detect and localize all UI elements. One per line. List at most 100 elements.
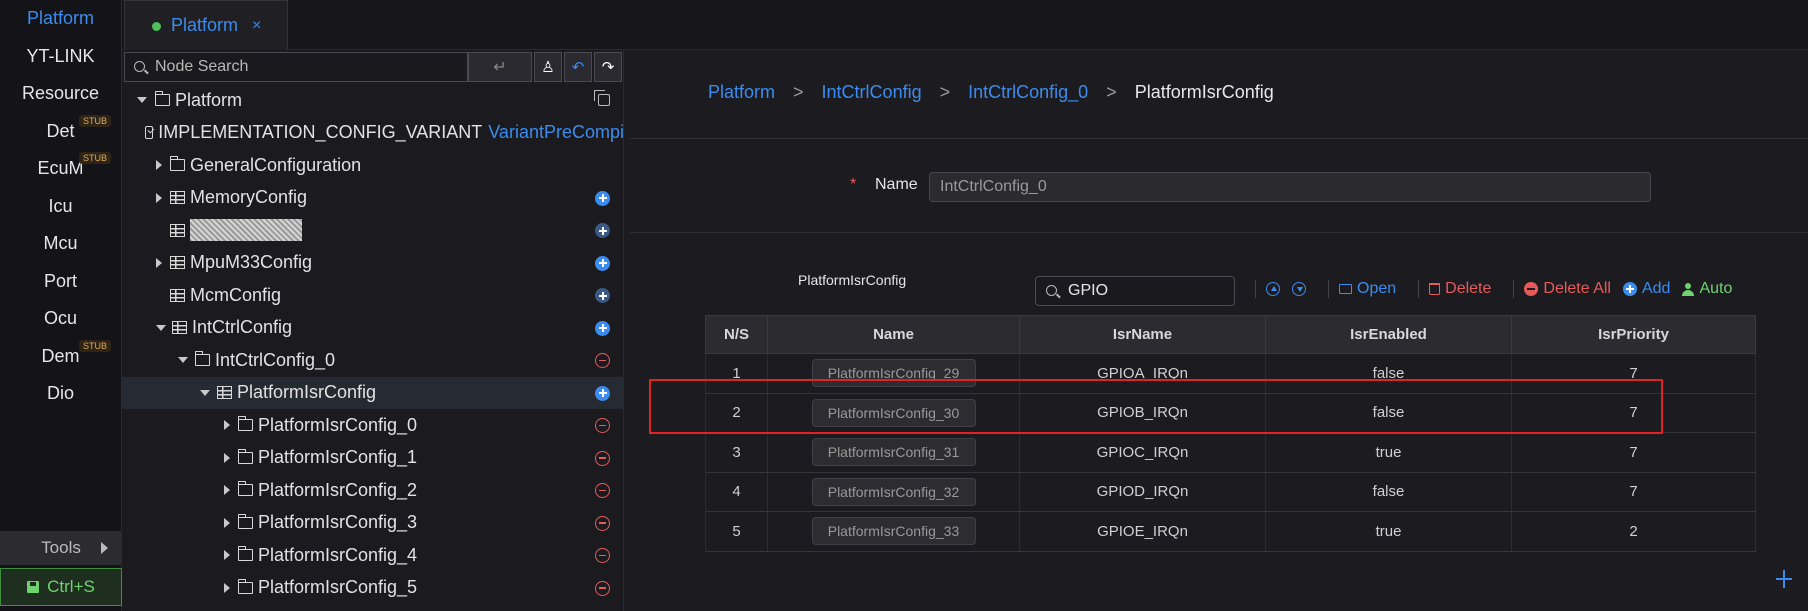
cell-isrenabled[interactable]: false xyxy=(1265,392,1512,433)
remove-icon[interactable] xyxy=(595,353,610,368)
row-name-input[interactable] xyxy=(811,517,976,546)
cell-isrname[interactable]: GPIOE_IRQn xyxy=(1019,511,1266,552)
copy-icon[interactable] xyxy=(594,90,610,106)
rail-item-dio[interactable]: Dio xyxy=(0,375,121,413)
tree-node[interactable]: PlatformIsrConfig_0 xyxy=(122,409,624,442)
node-search-input[interactable] xyxy=(155,58,455,76)
tree-node[interactable]: PlatformIsrConfig_4 xyxy=(122,539,624,572)
table-filter-input[interactable] xyxy=(1068,281,1228,301)
add-button[interactable]: Add xyxy=(1622,280,1670,298)
column-header-ns[interactable]: N/S xyxy=(705,315,768,354)
search-enter-button[interactable]: ↵ xyxy=(468,52,532,82)
undo-button[interactable]: ↶ xyxy=(564,52,592,82)
caret-right-icon[interactable] xyxy=(224,452,230,463)
caret-right-icon[interactable] xyxy=(156,192,162,203)
remove-icon[interactable] xyxy=(595,450,610,466)
remove-icon[interactable] xyxy=(595,483,610,498)
row-name-input[interactable] xyxy=(811,359,976,388)
cell-isrpriority[interactable]: 2 xyxy=(1511,511,1756,552)
breadcrumb-intctrlconfig-0[interactable]: IntCtrlConfig_0 xyxy=(968,82,1088,103)
cell-isrname[interactable]: GPIOA_IRQn xyxy=(1019,353,1266,394)
rail-item-ocu[interactable]: Ocu xyxy=(0,300,121,338)
tree-node[interactable]: PlatformIsrConfig_3 xyxy=(122,507,624,540)
open-button[interactable]: Open xyxy=(1339,280,1396,298)
row-name-input[interactable] xyxy=(811,438,976,467)
column-header-isrname[interactable]: IsrName xyxy=(1019,315,1266,354)
caret-down-icon[interactable] xyxy=(137,97,147,104)
tab-platform[interactable]: Platform × xyxy=(124,0,288,50)
delete-all-button[interactable]: Delete All xyxy=(1524,280,1611,298)
tree-node[interactable]: PlatformIsrConfig_5 xyxy=(122,572,624,605)
table-row-highlighted[interactable]: 3 GPIOC_IRQn true 7 xyxy=(705,432,1756,473)
row-name-input[interactable] xyxy=(811,398,976,427)
add-icon[interactable] xyxy=(595,288,610,303)
caret-right-icon[interactable] xyxy=(224,582,230,593)
caret-down-icon[interactable] xyxy=(178,357,188,364)
tree-node[interactable]: McmConfig xyxy=(122,279,624,312)
row-name-input[interactable] xyxy=(811,477,976,506)
remove-icon[interactable] xyxy=(595,418,610,433)
tools-button[interactable]: Tools xyxy=(0,531,122,565)
remove-icon[interactable] xyxy=(595,548,610,563)
tree-node-selected[interactable]: PlatformIsrConfig xyxy=(122,376,624,409)
move-up-button[interactable] xyxy=(1266,282,1280,296)
rail-item-ecum[interactable]: EcuM STUB xyxy=(0,150,121,188)
cell-isrname[interactable]: GPIOD_IRQn xyxy=(1019,471,1266,512)
cell-isrname[interactable]: GPIOB_IRQn xyxy=(1019,392,1266,433)
caret-right-icon[interactable] xyxy=(224,517,230,528)
tree-node[interactable]: Platform xyxy=(122,84,624,117)
rail-item-yt-link[interactable]: YT-LINK xyxy=(0,38,121,76)
tree-node[interactable]: MemoryConfig xyxy=(122,182,624,215)
caret-right-icon[interactable] xyxy=(224,485,230,496)
column-header-isrpriority[interactable]: IsrPriority xyxy=(1511,315,1756,354)
caret-right-icon[interactable] xyxy=(224,420,230,431)
cell-isrname[interactable]: GPIOC_IRQn xyxy=(1019,432,1266,473)
tree-node[interactable]: IMPLEMENTATION_CONFIG_VARIANT VariantPre… xyxy=(122,117,624,150)
user-tool-button[interactable]: ♙ xyxy=(534,52,562,82)
remove-icon[interactable] xyxy=(595,580,610,596)
cell-isrpriority[interactable]: 7 xyxy=(1511,432,1756,473)
save-button[interactable]: Ctrl+S xyxy=(0,568,122,606)
add-icon[interactable] xyxy=(595,223,610,238)
rail-item-dem[interactable]: Dem STUB xyxy=(0,338,121,376)
redo-button[interactable]: ↷ xyxy=(594,52,622,82)
table-row[interactable]: 1 GPIOA_IRQn false 7 xyxy=(705,353,1756,394)
caret-down-icon[interactable] xyxy=(156,324,166,331)
table-row[interactable]: 4 GPIOD_IRQn false 7 xyxy=(705,471,1756,512)
add-icon[interactable] xyxy=(595,190,610,206)
move-down-button[interactable] xyxy=(1292,282,1306,296)
table-row[interactable]: 2 GPIOB_IRQn false 7 xyxy=(705,392,1756,433)
caret-right-icon[interactable] xyxy=(156,160,162,171)
rail-item-port[interactable]: Port xyxy=(0,263,121,301)
cell-isrpriority[interactable]: 7 xyxy=(1511,471,1756,512)
table-row[interactable]: 5 GPIOE_IRQn true 2 xyxy=(705,511,1756,552)
add-icon[interactable] xyxy=(595,320,610,336)
add-icon[interactable] xyxy=(595,255,610,271)
tree-node[interactable]: PlatformIsrConfig_2 xyxy=(122,474,624,507)
cell-isrenabled[interactable]: false xyxy=(1265,471,1512,512)
rail-item-det[interactable]: Det STUB xyxy=(0,113,121,151)
rail-item-platform[interactable]: Platform xyxy=(0,0,121,38)
cell-isrenabled[interactable]: false xyxy=(1265,353,1512,394)
caret-right-icon[interactable] xyxy=(156,257,162,268)
breadcrumb-intctrlconfig[interactable]: IntCtrlConfig xyxy=(822,82,922,103)
breadcrumb-platform[interactable]: Platform xyxy=(708,82,775,103)
tree-node[interactable] xyxy=(122,214,624,247)
name-field[interactable] xyxy=(929,172,1651,202)
rail-item-icu[interactable]: Icu xyxy=(0,188,121,226)
cell-isrpriority[interactable]: 7 xyxy=(1511,392,1756,433)
tree-node[interactable]: PlatformIsrConfig_1 xyxy=(122,442,624,475)
cell-isrenabled[interactable]: true xyxy=(1265,511,1512,552)
column-header-name[interactable]: Name xyxy=(767,315,1020,354)
tree-node[interactable]: IntCtrlConfig xyxy=(122,312,624,345)
auto-button[interactable]: Auto xyxy=(1682,280,1732,298)
delete-button[interactable]: Delete xyxy=(1429,280,1491,298)
caret-down-icon[interactable] xyxy=(200,389,210,396)
close-icon[interactable]: × xyxy=(252,17,261,35)
caret-right-icon[interactable] xyxy=(224,550,230,561)
tree-node[interactable]: IntCtrlConfig_0 xyxy=(122,344,624,377)
add-icon[interactable] xyxy=(595,385,610,401)
expand-resize-icon[interactable] xyxy=(1776,570,1792,588)
tree-node[interactable]: GeneralConfiguration xyxy=(122,149,624,182)
remove-icon[interactable] xyxy=(595,515,610,531)
